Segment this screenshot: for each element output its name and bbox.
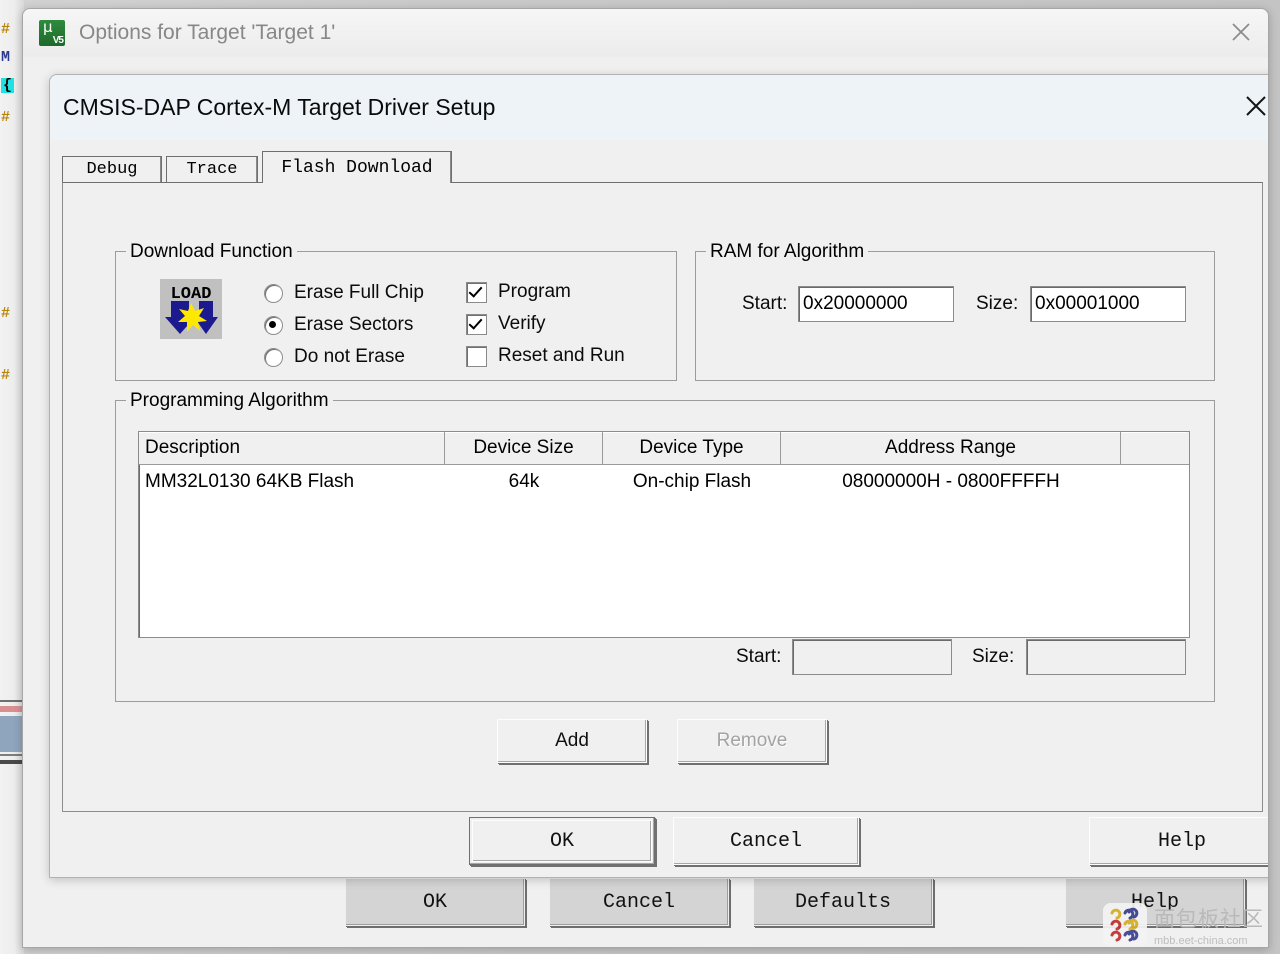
cell-device-size: 64k <box>508 470 540 492</box>
radio-label: Erase Full Chip <box>294 282 424 303</box>
outer-title-bar: Options for Target 'Target 1' <box>23 9 1268 57</box>
radio-label: Do not Erase <box>294 346 405 367</box>
checkbox-program[interactable]: Program <box>466 281 571 303</box>
code-token: # <box>1 367 11 384</box>
checkbox-verify[interactable]: Verify <box>466 313 546 335</box>
checkbox-label: Reset and Run <box>498 345 625 366</box>
outer-close-button[interactable] <box>1214 9 1268 55</box>
column-header-spacer[interactable] <box>1121 432 1187 464</box>
flash-download-panel: Download Function LOAD Erase Full Chip E… <box>62 182 1263 812</box>
tab-trace[interactable]: Trace <box>166 156 258 182</box>
checkbox-reset-and-run[interactable]: Reset and Run <box>466 345 625 367</box>
column-header-address-range[interactable]: Address Range <box>781 432 1121 464</box>
inner-close-button[interactable] <box>1229 75 1268 137</box>
radio-indicator <box>264 347 283 367</box>
algorithm-size-label: Size: <box>972 646 1015 667</box>
checkbox-label: Program <box>498 281 571 302</box>
column-header-device-type[interactable]: Device Type <box>603 432 781 464</box>
background-divider <box>0 754 24 756</box>
column-header-description[interactable]: Description <box>139 432 445 464</box>
cmsis-dap-driver-setup-dialog: CMSIS-DAP Cortex-M Target Driver Setup D… <box>49 74 1268 878</box>
inner-ok-button[interactable]: OK <box>469 817 655 865</box>
load-icon: LOAD <box>160 279 222 339</box>
programming-algorithm-group: Programming Algorithm Description Device… <box>115 390 1215 702</box>
algorithm-size-input[interactable] <box>1026 639 1186 675</box>
cell-description: MM32L0130 64KB Flash <box>145 470 355 492</box>
checkbox-label: Verify <box>498 313 546 334</box>
close-icon <box>1246 96 1266 116</box>
outer-dialog-title: Options for Target 'Target 1' <box>79 21 336 44</box>
ram-start-input[interactable]: 0x20000000 <box>798 286 954 322</box>
code-token: M <box>1 49 11 66</box>
load-icon-graphic: LOAD <box>160 279 222 339</box>
screen: # M { # # # Options for Target 'Target 1… <box>0 0 1280 954</box>
radio-indicator <box>264 315 283 335</box>
outer-cancel-button[interactable]: Cancel <box>549 878 729 926</box>
watermark-url: mbb.eet-china.com <box>1154 935 1248 947</box>
radio-erase-sectors[interactable]: Erase Sectors <box>264 314 413 336</box>
inner-dialog-title: CMSIS-DAP Cortex-M Target Driver Setup <box>63 94 496 120</box>
checkbox-indicator <box>466 313 487 335</box>
algorithm-start-input[interactable] <box>792 639 952 675</box>
checkbox-indicator <box>466 281 487 303</box>
column-header-device-size[interactable]: Device Size <box>445 432 603 464</box>
watermark: 面包板社区 mbb.eet-china.com <box>1103 900 1278 950</box>
options-for-target-dialog: Options for Target 'Target 1' OK Cancel … <box>22 8 1269 948</box>
inner-help-button[interactable]: Help <box>1089 817 1268 865</box>
radio-label: Erase Sectors <box>294 314 414 335</box>
background-divider <box>0 700 24 702</box>
remove-button: Remove <box>677 719 827 763</box>
background-editor: # M { # # # <box>0 0 24 954</box>
watermark-title: 面包板社区 <box>1154 907 1264 931</box>
ram-for-algorithm-group: RAM for Algorithm Start: 0x20000000 Size… <box>695 241 1215 381</box>
programming-algorithm-list[interactable]: Description Device Size Device Type Addr… <box>138 431 1190 638</box>
watermark-logo-icon <box>1103 903 1147 947</box>
programming-algorithm-legend: Programming Algorithm <box>126 390 333 412</box>
watermark-logo-graphic <box>1103 903 1147 947</box>
list-header-row: Description Device Size Device Type Addr… <box>139 432 1189 465</box>
inner-title-bar: CMSIS-DAP Cortex-M Target Driver Setup <box>50 75 1268 140</box>
keil-uvision-icon <box>39 18 65 46</box>
algorithm-start-label: Start: <box>736 646 782 667</box>
cell-address-range: 08000000H - 0800FFFFH <box>842 470 1060 492</box>
background-selection <box>0 716 24 752</box>
ram-size-label: Size: <box>976 293 1019 314</box>
tab-strip: Debug Trace Flash Download <box>62 151 1261 183</box>
code-token-highlighted: { <box>1 77 15 94</box>
download-function-group: Download Function LOAD Erase Full Chip E… <box>115 241 677 381</box>
ram-start-label: Start: <box>742 293 788 314</box>
tab-flash-download[interactable]: Flash Download <box>262 151 452 183</box>
download-function-legend: Download Function <box>126 241 297 263</box>
radio-indicator <box>264 283 283 303</box>
table-row[interactable]: MM32L0130 64KB Flash 64k On-chip Flash 0… <box>139 465 1189 498</box>
background-divider <box>0 760 24 764</box>
radio-erase-full-chip[interactable]: Erase Full Chip <box>264 282 424 304</box>
radio-do-not-erase[interactable]: Do not Erase <box>264 346 405 368</box>
checkbox-indicator <box>466 345 487 367</box>
code-token: # <box>1 109 11 126</box>
outer-ok-button[interactable]: OK <box>345 878 525 926</box>
outer-defaults-button[interactable]: Defaults <box>753 878 933 926</box>
background-divider <box>0 706 24 712</box>
code-token: # <box>1 21 11 38</box>
code-token: # <box>1 305 11 322</box>
tab-debug[interactable]: Debug <box>62 156 162 182</box>
add-button[interactable]: Add <box>497 719 647 763</box>
close-icon <box>1232 23 1250 41</box>
ram-for-algorithm-legend: RAM for Algorithm <box>706 241 869 263</box>
ram-size-input[interactable]: 0x00001000 <box>1030 286 1186 322</box>
inner-cancel-button[interactable]: Cancel <box>673 817 859 865</box>
inner-dialog-body: Debug Trace Flash Download Download Func… <box>50 140 1268 877</box>
watermark-text: 面包板社区 mbb.eet-china.com <box>1154 903 1264 947</box>
cell-device-type: On-chip Flash <box>632 470 752 492</box>
